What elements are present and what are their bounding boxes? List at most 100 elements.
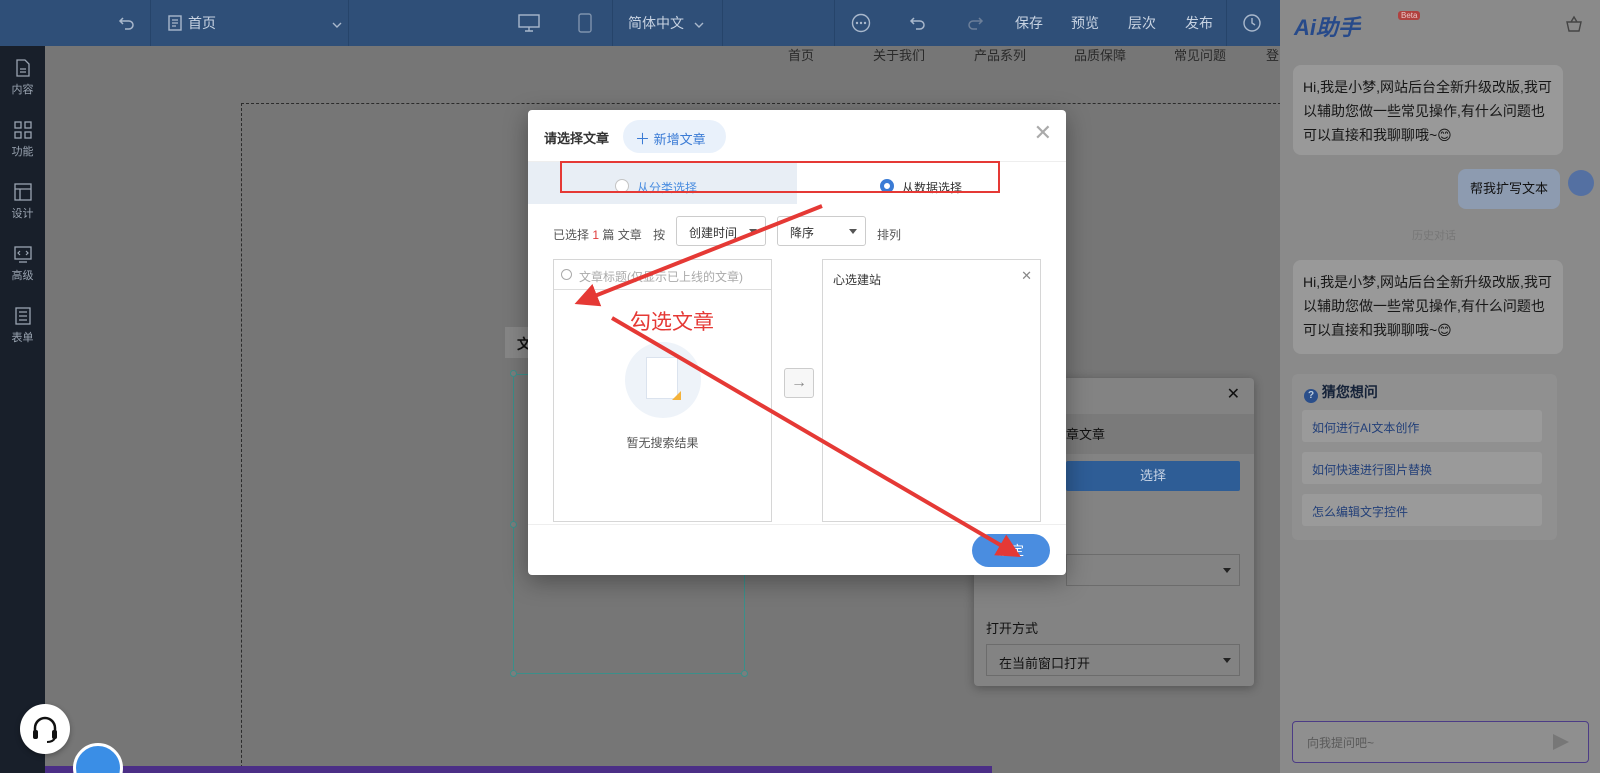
site-nav-faq[interactable]: 常见问题 [1174, 45, 1226, 64]
ai-header: Ai助手 Beta [1280, 0, 1600, 46]
site-nav-login[interactable]: 登 [1266, 45, 1279, 64]
customer-service-button[interactable] [20, 704, 70, 754]
suggestion-item[interactable]: 怎么编辑文字控件 [1302, 494, 1542, 526]
undo-icon[interactable] [118, 0, 136, 46]
chevron-down-icon [332, 15, 342, 31]
close-icon[interactable]: ✕ [1227, 384, 1240, 404]
plus-icon: ＋ [635, 131, 651, 148]
resize-handle[interactable] [510, 521, 517, 528]
selected-article-item: 心选建站 [833, 273, 882, 287]
radio-category[interactable] [615, 179, 629, 193]
top-toolbar: 首页 简体中文 保存 预览 层次 发布 [0, 0, 1280, 46]
undo-icon[interactable] [909, 0, 927, 46]
more-icon[interactable] [851, 0, 871, 46]
sort-field-value: 创建时间 [689, 226, 738, 240]
sort-field-select[interactable]: 创建时间 [676, 216, 766, 246]
question-icon: ? [1304, 389, 1318, 403]
page-selector[interactable]: 首页 [168, 0, 342, 46]
nav-item-forms[interactable]: 表单 [0, 299, 45, 355]
suggestion-card: ? 猜您想问 如何进行AI文本创作 如何快速进行图片替换 怎么编辑文字控件 [1292, 374, 1557, 540]
article-source-list: 文章标题(仅显示已上线的文章) 暂无搜索结果 [553, 259, 772, 522]
sort-suffix: 排列 [877, 228, 902, 242]
close-icon[interactable]: ✕ [1034, 122, 1052, 144]
nav-item-design[interactable]: 设计 [0, 175, 45, 231]
site-nav-home[interactable]: 首页 [788, 45, 814, 64]
user-message: 帮我扩写文本 [1458, 169, 1561, 209]
redo-icon[interactable] [966, 0, 984, 46]
nav-item-content[interactable]: 内容 [0, 51, 45, 107]
grid-icon [13, 121, 32, 139]
mobile-view-icon[interactable] [578, 0, 592, 46]
basket-icon[interactable] [1565, 15, 1583, 33]
assistant-message: Hi,我是小梦,网站后台全新升级改版,我可以辅助您做一些常见操作,有什么问题也可… [1293, 260, 1563, 354]
dialog-title: 请选择文章 [544, 131, 610, 146]
open-mode-value: 在当前窗口打开 [999, 656, 1091, 671]
nav-item-label: 表单 [11, 332, 34, 344]
publish-button[interactable]: 发布 [1185, 0, 1213, 46]
chevron-down-icon [1223, 568, 1231, 573]
add-article-label: 新增文章 [653, 132, 706, 147]
add-article-button[interactable]: ＋ 新增文章 [623, 120, 726, 153]
open-mode-select[interactable]: 在当前窗口打开 [986, 644, 1240, 676]
site-nav-about[interactable]: 关于我们 [873, 45, 925, 64]
resize-handle[interactable] [510, 370, 517, 377]
bottom-strip [45, 766, 992, 773]
nav-item-label: 设计 [11, 208, 34, 220]
confirm-button[interactable]: 确定 [972, 534, 1050, 567]
document-icon [15, 59, 30, 77]
select-article-button[interactable]: 选择 [1066, 461, 1240, 491]
resize-handle[interactable] [741, 670, 748, 677]
page-select-label: 首页 [188, 15, 216, 31]
remove-icon[interactable]: ✕ [1021, 268, 1032, 284]
tab-from-category[interactable]: 从分类选择 [528, 162, 797, 204]
nav-item-functions[interactable]: 功能 [0, 113, 45, 169]
transfer-arrow-icon[interactable]: → [784, 368, 814, 398]
nav-item-label: 功能 [11, 146, 34, 158]
form-icon [14, 307, 31, 325]
tab-category-label: 从分类选择 [637, 181, 698, 195]
suggestion-item[interactable]: 如何进行AI文本创作 [1302, 410, 1542, 442]
radio-data[interactable] [880, 179, 894, 193]
send-icon[interactable] [1553, 734, 1569, 750]
assistant-message: Hi,我是小梦,网站后台全新升级改版,我可以辅助您做一些常见操作,有什么问题也可… [1293, 65, 1563, 155]
tab-from-data[interactable]: 从数据选择 [797, 162, 1066, 204]
history-divider: 历史对话 [1412, 230, 1456, 242]
properties-select[interactable] [1066, 554, 1240, 586]
empty-state-text: 暂无搜索结果 [626, 436, 699, 450]
desktop-view-icon[interactable] [518, 0, 540, 46]
search-icon [561, 269, 572, 280]
chevron-down-icon [749, 229, 757, 234]
resize-handle[interactable] [510, 670, 517, 677]
nav-item-label: 内容 [11, 84, 34, 96]
ai-logo: Ai助手 [1294, 15, 1361, 40]
selected-article-list: 心选建站 ✕ [822, 259, 1041, 522]
document-fold [672, 391, 681, 400]
nav-item-advanced[interactable]: 高级 [0, 237, 45, 293]
chevron-down-icon [1223, 658, 1231, 663]
article-search-input[interactable]: 文章标题(仅显示已上线的文章) [554, 260, 771, 290]
suggestion-title: ? 猜您想问 [1304, 382, 1378, 403]
selected-count: 已选择 1 篇 文章 按 [553, 228, 666, 242]
chevron-down-icon [849, 229, 857, 234]
history-icon[interactable] [1242, 0, 1262, 46]
nav-item-label: 高级 [11, 270, 34, 282]
headset-icon [33, 716, 57, 743]
layers-button[interactable]: 层次 [1128, 0, 1156, 46]
suggestion-item[interactable]: 如何快速进行图片替换 [1302, 452, 1542, 484]
beta-badge: Beta [1398, 11, 1421, 20]
sort-order-select[interactable]: 降序 [777, 216, 866, 246]
site-nav-quality[interactable]: 品质保障 [1074, 45, 1126, 64]
preview-button[interactable]: 预览 [1071, 0, 1099, 46]
open-mode-label: 打开方式 [986, 621, 1039, 636]
sort-order-value: 降序 [790, 226, 815, 240]
save-button[interactable]: 保存 [1015, 0, 1043, 46]
layout-icon [13, 183, 32, 201]
tab-data-label: 从数据选择 [902, 181, 963, 195]
chevron-down-icon [694, 15, 704, 31]
left-navigation: 内容 功能 设计 高级 表单 [0, 46, 45, 773]
select-article-dialog: 请选择文章 ＋ 新增文章 ✕ 从分类选择 从数据选择 已选择 1 篇 文章 按 … [528, 110, 1066, 575]
ai-question-input[interactable]: 向我提问吧~ [1292, 721, 1589, 763]
site-nav-products[interactable]: 产品系列 [974, 45, 1026, 64]
language-selector[interactable]: 简体中文 [628, 0, 704, 46]
code-icon [13, 246, 32, 263]
